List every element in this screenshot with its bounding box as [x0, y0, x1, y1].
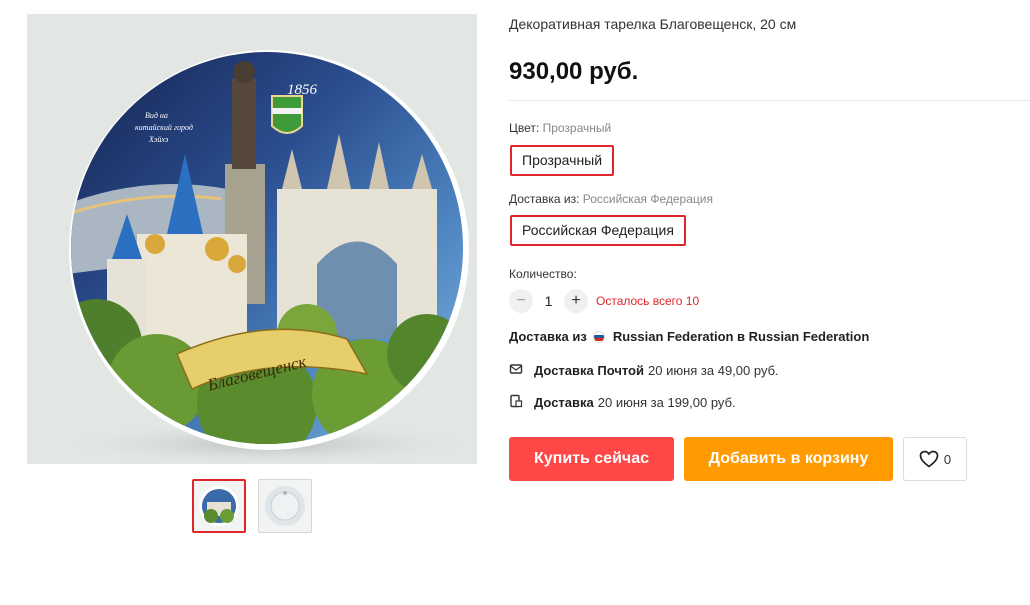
quantity-value[interactable]: 1	[533, 293, 564, 309]
plate-caption-line: Вид на	[145, 111, 168, 120]
product-main-image[interactable]: 1856 Благовещенск Вид на китайский город…	[27, 14, 477, 464]
ship-from-value-text: Российская Федерация	[582, 192, 713, 206]
delivery-method-detail: 20 июня за 49,00 руб.	[648, 362, 779, 378]
thumbnail-plate-front[interactable]	[192, 479, 246, 533]
delivery-method-name: Доставка	[534, 394, 594, 410]
wishlist-count: 0	[943, 451, 952, 467]
delivery-method-name: Доставка Почтой	[534, 362, 644, 378]
mail-truck-icon	[509, 362, 525, 378]
plate-image: 1856 Благовещенск Вид на китайский город…	[52, 50, 477, 464]
buy-now-button[interactable]: Купить сейчас	[509, 437, 674, 481]
product-price: 930,00 руб.	[509, 58, 639, 85]
shipping-prefix: Доставка из	[509, 329, 587, 344]
quantity-increase-button[interactable]: +	[564, 289, 588, 313]
add-to-cart-button[interactable]: Добавить в корзину	[684, 437, 893, 481]
ship-from-label-text: Доставка из:	[509, 192, 580, 206]
thumbnail-plate-back[interactable]	[258, 479, 312, 533]
color-label-text: Цвет:	[509, 121, 540, 135]
plate-year-text: 1856	[287, 82, 318, 98]
wishlist-button[interactable]: 0	[903, 437, 967, 481]
ship-from-label: Доставка из: Российская Федерация	[509, 192, 713, 206]
shipping-route-text: Russian Federation в Russian Federation	[612, 329, 870, 344]
heart-icon	[919, 450, 939, 468]
delivery-method-detail: 20 июня за 199,00 руб.	[597, 394, 736, 410]
ship-from-option-russia[interactable]: Российская Федерация	[510, 215, 686, 246]
plate-caption-line: китайский город	[135, 123, 193, 132]
courier-icon	[509, 394, 525, 410]
delivery-method-post: Доставка Почтой 20 июня за 49,00 руб.	[509, 362, 779, 378]
product-title: Декоративная тарелка Благовещенск, 20 см	[509, 16, 797, 32]
quantity-stepper: − 1 + Осталось всего 10	[509, 288, 699, 314]
color-option-transparent[interactable]: Прозрачный	[510, 145, 615, 176]
russia-flag-icon	[592, 330, 605, 343]
plate-back-icon	[265, 486, 305, 526]
color-label: Цвет: Прозрачный	[509, 121, 611, 135]
color-value-text: Прозрачный	[542, 121, 612, 135]
quantity-label: Количество:	[509, 267, 577, 281]
shipping-route: Доставка из Russian Federation в Russian…	[509, 329, 869, 344]
divider	[509, 100, 1030, 101]
stock-remaining-note: Осталось всего 10	[596, 294, 700, 308]
thumbnail-strip	[192, 479, 312, 533]
quantity-decrease-button[interactable]: −	[509, 289, 533, 313]
delivery-method-courier: Доставка 20 июня за 199,00 руб.	[509, 394, 736, 410]
plate-front-icon	[199, 486, 239, 526]
plate-caption-line: Хэйхэ	[148, 135, 169, 144]
